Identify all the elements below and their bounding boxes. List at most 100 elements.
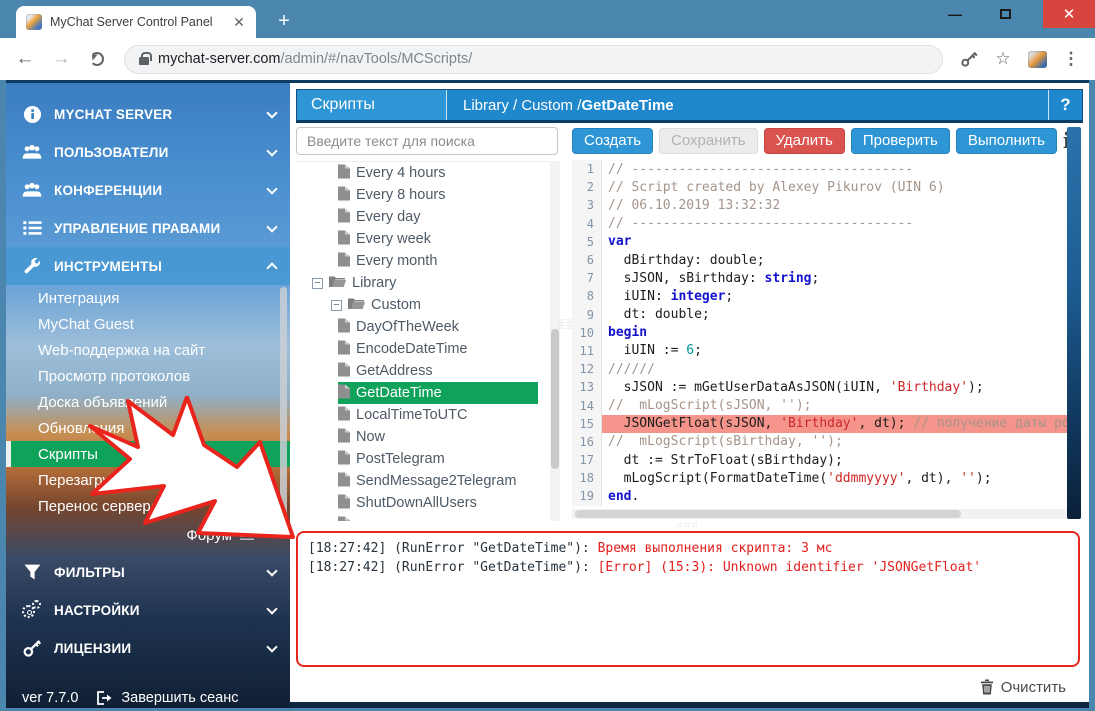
code-token: mLogScript(FormatDateTime( xyxy=(608,471,827,486)
window-maximize-button[interactable] xyxy=(985,0,1025,28)
clear-console-button[interactable]: Очистить xyxy=(980,679,1066,696)
folder-icon xyxy=(329,275,346,292)
создать-button[interactable]: Создать xyxy=(572,128,653,154)
console-line: [18:27:42] (RunError "GetDateTime"): [Er… xyxy=(308,558,1068,577)
bookmark-star-icon[interactable]: ☆ xyxy=(989,45,1017,73)
code-token: dt := StrToFloat(sBirthday); xyxy=(608,453,843,468)
collapse-toggle-icon[interactable]: − xyxy=(312,278,323,289)
code-text: iUIN: integer; xyxy=(602,287,1067,305)
editor-hscrollbar[interactable] xyxy=(572,509,1067,519)
tree-item-encodedatetime[interactable]: EncodeDateTime xyxy=(338,338,538,360)
help-button[interactable]: ? xyxy=(1048,90,1082,120)
editor-vscrollbar[interactable] xyxy=(1067,127,1081,519)
collapse-toggle-icon[interactable]: − xyxy=(331,300,342,311)
tree-item-partial[interactable] xyxy=(338,514,538,521)
password-key-icon[interactable] xyxy=(955,45,983,73)
key-icon xyxy=(22,638,42,658)
line-number: 10 xyxy=(572,324,602,342)
window-close-button[interactable]: ✕ xyxy=(1043,0,1095,28)
horizontal-splitter[interactable]: ⁙⁙⁙ xyxy=(296,521,1079,529)
submenu-item-перенос-сервера[interactable]: Перенос сервера xyxy=(6,493,290,519)
url-text: mychat-server.com/admin/#/navTools/MCScr… xyxy=(158,51,472,67)
code-editor[interactable]: 1// ------------------------------------… xyxy=(572,160,1067,507)
code-token: // ------------------------------------ xyxy=(608,216,913,231)
tree-folder-custom[interactable]: −Custom xyxy=(325,294,538,316)
code-text: dt: double; xyxy=(602,306,1067,324)
code-line: 4// ------------------------------------ xyxy=(572,215,1067,233)
tree-item-every-day[interactable]: Every day xyxy=(338,206,538,228)
tree-item-getaddress[interactable]: GetAddress xyxy=(338,360,538,382)
tree-item-sendmessage2telegram[interactable]: SendMessage2Telegram xyxy=(338,470,538,492)
address-bar[interactable]: mychat-server.com/admin/#/navTools/MCScr… xyxy=(124,45,943,74)
submenu-item-mychat-guest[interactable]: MyChat Guest xyxy=(6,311,290,337)
tree-item-label: Every month xyxy=(356,253,437,269)
script-tree-panel: Every 4 hoursEvery 8 hoursEvery dayEvery… xyxy=(296,127,560,521)
submenu-item-скрипты[interactable]: Скрипты xyxy=(6,441,290,467)
window-minimize-button[interactable]: — xyxy=(935,0,975,28)
submenu-item-обновления[interactable]: Обновления xyxy=(6,415,290,441)
file-icon xyxy=(338,384,350,403)
tree-item-shutdownallusers[interactable]: ShutDownAllUsers xyxy=(338,492,538,514)
tab-close-icon[interactable]: ✕ xyxy=(230,14,248,31)
sidebar-item-конференции[interactable]: КОНФЕРЕНЦИИ xyxy=(6,171,290,209)
удалить-button[interactable]: Удалить xyxy=(764,128,845,154)
browser-menu-icon[interactable]: ⋮ xyxy=(1057,45,1085,73)
forward-button[interactable]: → xyxy=(46,44,76,74)
code-line: 12////// xyxy=(572,360,1067,378)
key-icon xyxy=(960,50,978,68)
code-token: dt: double; xyxy=(608,307,710,322)
browser-tab[interactable]: MyChat Server Control Panel ✕ xyxy=(16,6,256,38)
sidebar-item-управление-правами[interactable]: УПРАВЛЕНИЕ ПРАВАМИ xyxy=(6,209,290,247)
section-tab-scripts[interactable]: Скрипты xyxy=(297,90,447,120)
editor-hscrollbar-thumb[interactable] xyxy=(575,510,961,518)
tree-scrollbar-thumb[interactable] xyxy=(551,329,559,469)
sidebar-scrollbar[interactable] xyxy=(280,287,287,527)
tree-search-input[interactable] xyxy=(296,127,558,155)
sidebar-item-пользователи[interactable]: ПОЛЬЗОВАТЕЛИ xyxy=(6,133,290,171)
sidebar-item-лицензии[interactable]: ЛИЦЕНЗИИ xyxy=(6,629,290,667)
tree-item-every-8-hours[interactable]: Every 8 hours xyxy=(338,184,538,206)
submenu-item-label: Перенос сервера xyxy=(38,498,159,515)
tree-item-label: GetDateTime xyxy=(356,385,442,401)
code-token: end xyxy=(608,489,631,504)
tree-item-every-week[interactable]: Every week xyxy=(338,228,538,250)
sidebar-item-инструменты[interactable]: ИНСТРУМЕНТЫ xyxy=(6,247,290,285)
breadcrumb: Library / Custom / GetDateTime xyxy=(447,90,1048,120)
submenu-item-интеграция[interactable]: Интеграция xyxy=(6,285,290,311)
submenu-item-перезагрузка[interactable]: Перезагрузка xyxy=(6,467,290,493)
tree-scrollbar[interactable] xyxy=(550,161,560,521)
sidebar-item-фильтры[interactable]: ФИЛЬТРЫ xyxy=(6,553,290,591)
tree-folder-library[interactable]: −Library xyxy=(306,272,538,294)
tree-item-posttelegram[interactable]: PostTelegram xyxy=(338,448,538,470)
code-line: 11 iUIN := 6; xyxy=(572,342,1067,360)
new-tab-button[interactable]: + xyxy=(270,8,298,36)
проверить-button[interactable]: Проверить xyxy=(851,128,950,154)
code-line: 2// Script created by Alexey Pikurov (UI… xyxy=(572,178,1067,196)
tree-item-localtimetoutc[interactable]: LocalTimeToUTC xyxy=(338,404,538,426)
tree-item-now[interactable]: Now xyxy=(338,426,538,448)
back-button[interactable]: ← xyxy=(10,44,40,74)
sidebar-item-label: КОНФЕРЕНЦИИ xyxy=(54,183,256,198)
reload-button[interactable] xyxy=(82,44,112,74)
line-number: 9 xyxy=(572,306,602,324)
url-domain: mychat-server.com xyxy=(158,51,280,67)
mychat-extension-icon[interactable] xyxy=(1023,45,1051,73)
vertical-splitter[interactable]: ⁙⁙⁙⁙⁙⁙ xyxy=(562,127,570,521)
sidebar-item-mychat-server[interactable]: MYCHAT SERVER xyxy=(6,95,290,133)
tree-item-every-month[interactable]: Every month xyxy=(338,250,538,272)
forum-link[interactable]: Форум xyxy=(6,523,290,547)
submenu-item-web-поддержка-на-сайт[interactable]: Web-поддержка на сайт xyxy=(6,337,290,363)
chevron-down-icon xyxy=(266,183,277,194)
list-icon xyxy=(22,218,42,238)
tree-item-getdatetime[interactable]: GetDateTime xyxy=(338,382,538,404)
tree-item-label: Now xyxy=(356,429,385,445)
logout-button[interactable]: Завершить сеанс xyxy=(96,690,238,706)
line-number: 3 xyxy=(572,196,602,214)
выполнить-button[interactable]: Выполнить xyxy=(956,128,1057,154)
submenu-item-доска-объявлений[interactable]: Доска объявлений xyxy=(6,389,290,415)
submenu-item-просмотр-протоколов[interactable]: Просмотр протоколов xyxy=(6,363,290,389)
tree-item-every-4-hours[interactable]: Every 4 hours xyxy=(338,162,538,184)
code-token: ; xyxy=(812,271,820,286)
sidebar-item-настройки[interactable]: НАСТРОЙКИ xyxy=(6,591,290,629)
tree-item-dayoftheweek[interactable]: DayOfTheWeek xyxy=(338,316,538,338)
